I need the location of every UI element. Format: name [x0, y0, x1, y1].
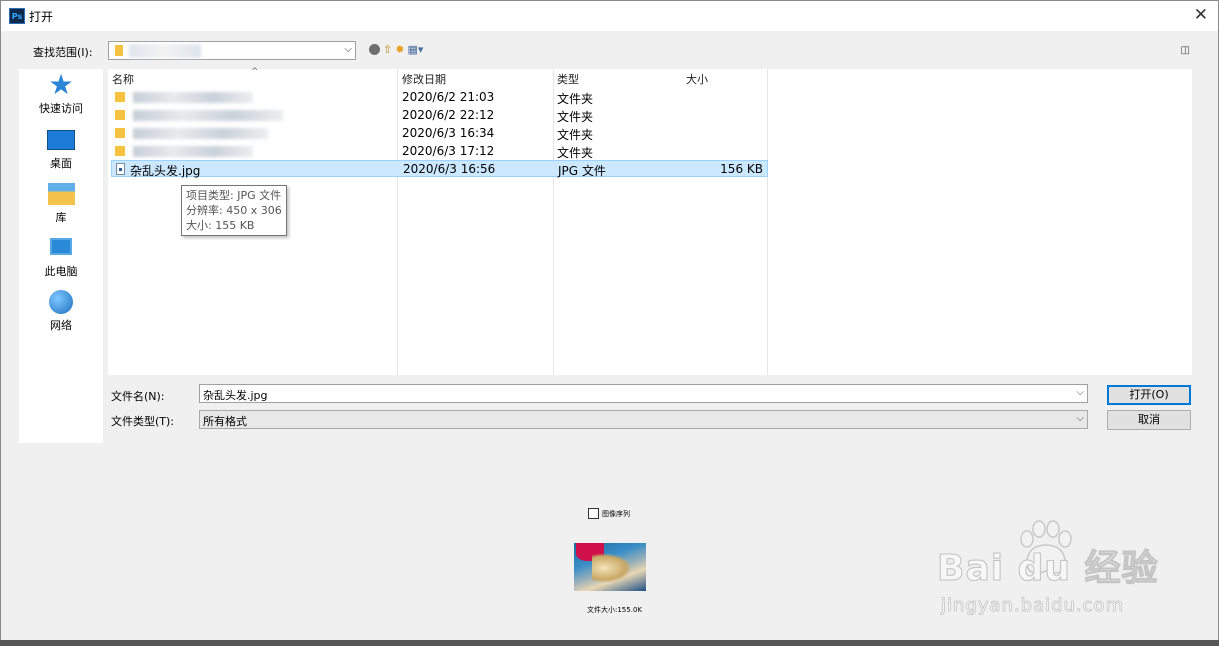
file-row-jpg-selected[interactable]: 杂乱头发.jpg 2020/6/3 16:56 JPG 文件 156 KB	[111, 160, 768, 178]
file-row-folder[interactable]: 2020/6/3 17:12 文件夹	[111, 143, 768, 160]
file-name-redacted	[133, 146, 253, 157]
up-folder-icon[interactable]: ⇧	[383, 43, 392, 56]
file-date: 2020/6/2 21:03	[402, 90, 495, 104]
place-label: 快速访问	[39, 102, 83, 115]
tooltip-type: 项目类型: JPG 文件	[186, 189, 282, 202]
file-date: 2020/6/2 22:12	[402, 108, 495, 122]
file-type: 文件夹	[557, 92, 594, 106]
view-menu-icon[interactable]: ▦▾	[407, 43, 423, 56]
chevron-down-icon[interactable]: ⌵	[1076, 387, 1084, 398]
filename-value: 杂乱头发.jpg	[203, 389, 268, 402]
file-name-redacted	[133, 110, 283, 121]
title-bar: Ps 打开 ✕	[1, 1, 1218, 31]
place-library[interactable]: 库	[19, 181, 103, 225]
places-bar: ★ 快速访问 桌面 库 此电脑 网络	[19, 69, 103, 443]
jpg-file-icon	[116, 163, 125, 175]
cancel-button[interactable]: 取消	[1107, 410, 1191, 430]
place-label: 库	[55, 211, 67, 224]
image-sequence-checkbox[interactable]: 图像序列	[588, 508, 630, 519]
file-name-redacted	[133, 128, 268, 139]
file-type: 文件夹	[557, 110, 594, 124]
back-icon[interactable]	[369, 44, 380, 55]
file-row-folder[interactable]: 2020/6/2 21:03 文件夹	[111, 89, 768, 106]
lookin-label: 查找范围(I):	[33, 46, 93, 59]
computer-icon	[50, 237, 72, 255]
file-size: 156 KB	[720, 162, 763, 176]
baidu-watermark: Bai du 经验 jingyan.baidu.com	[937, 539, 1159, 617]
photoshop-app-icon: Ps	[9, 8, 25, 24]
filetype-label: 文件类型(T):	[111, 415, 175, 428]
tooltip-resolution: 分辨率: 450 x 306	[186, 204, 282, 217]
watermark-sub: jingyan.baidu.com	[941, 595, 1125, 617]
close-icon[interactable]: ✕	[1194, 5, 1208, 25]
folder-icon	[115, 45, 123, 56]
file-name: 杂乱头发.jpg	[130, 164, 201, 178]
checkbox-box[interactable]	[588, 508, 599, 519]
tooltip-size: 大小: 155 KB	[186, 219, 255, 232]
preview-file-size: 文件大小:155.0K	[587, 606, 642, 614]
open-button[interactable]: 打开(O)	[1107, 385, 1191, 405]
file-row-folder[interactable]: 2020/6/2 22:12 文件夹	[111, 107, 768, 124]
column-header-date[interactable]: 修改日期	[402, 71, 446, 87]
column-header-type[interactable]: 类型	[557, 71, 579, 87]
place-label: 此电脑	[44, 265, 78, 278]
watermark-main: Bai du 经验	[937, 548, 1159, 590]
new-folder-icon[interactable]: ✹	[395, 43, 404, 56]
place-desktop[interactable]: 桌面	[19, 127, 103, 171]
chevron-down-icon[interactable]: ⌵	[344, 44, 352, 55]
file-type: 文件夹	[557, 128, 594, 142]
file-date: 2020/6/3 16:56	[403, 162, 496, 176]
filetype-select[interactable]: 所有格式 ⌵	[199, 410, 1088, 429]
file-tooltip: 项目类型: JPG 文件 分辨率: 450 x 306 大小: 155 KB	[181, 185, 287, 236]
file-type: 文件夹	[557, 146, 594, 160]
desktop-icon	[47, 130, 75, 150]
lookin-value	[129, 44, 201, 58]
place-label: 网络	[50, 319, 72, 332]
folder-icon	[115, 146, 125, 156]
lookin-combo[interactable]: ⌵	[108, 41, 356, 60]
filename-input[interactable]: 杂乱头发.jpg ⌵	[199, 384, 1088, 403]
folder-icon	[115, 128, 125, 138]
file-name-redacted	[133, 92, 253, 103]
place-this-pc[interactable]: 此电脑	[19, 235, 103, 279]
folder-icon	[115, 110, 125, 120]
sort-caret-icon: ^	[251, 67, 259, 77]
background-window-strip	[0, 640, 1219, 646]
file-type: JPG 文件	[558, 164, 606, 178]
place-quick-access[interactable]: ★ 快速访问	[19, 68, 103, 116]
image-sequence-label: 图像序列	[602, 509, 630, 518]
star-icon: ★	[48, 68, 74, 101]
library-icon	[47, 183, 75, 205]
dialog-title: 打开	[29, 10, 54, 24]
filename-label: 文件名(N):	[111, 390, 165, 403]
open-file-dialog: Ps 打开 ✕ 查找范围(I): ⌵ ⇧ ✹ ▦▾ ◫ ★ 快速访问 桌面 库 …	[0, 0, 1219, 642]
file-date: 2020/6/3 17:12	[402, 144, 495, 158]
folder-icon	[115, 92, 125, 102]
network-icon	[49, 290, 73, 314]
filetype-value: 所有格式	[203, 415, 247, 428]
place-label: 桌面	[50, 157, 72, 170]
image-preview-icon[interactable]: ◫	[1181, 45, 1190, 56]
chevron-down-icon[interactable]: ⌵	[1076, 413, 1084, 424]
place-network[interactable]: 网络	[19, 289, 103, 333]
file-row-folder[interactable]: 2020/6/3 16:34 文件夹	[111, 125, 768, 142]
column-header-name[interactable]: 名称	[112, 71, 134, 87]
preview-thumbnail	[574, 543, 646, 591]
file-date: 2020/6/3 16:34	[402, 126, 495, 140]
thumbnail-hair	[592, 553, 632, 583]
nav-toolbar: ⇧ ✹ ▦▾	[369, 43, 423, 56]
column-header-size[interactable]: 大小	[686, 71, 708, 87]
